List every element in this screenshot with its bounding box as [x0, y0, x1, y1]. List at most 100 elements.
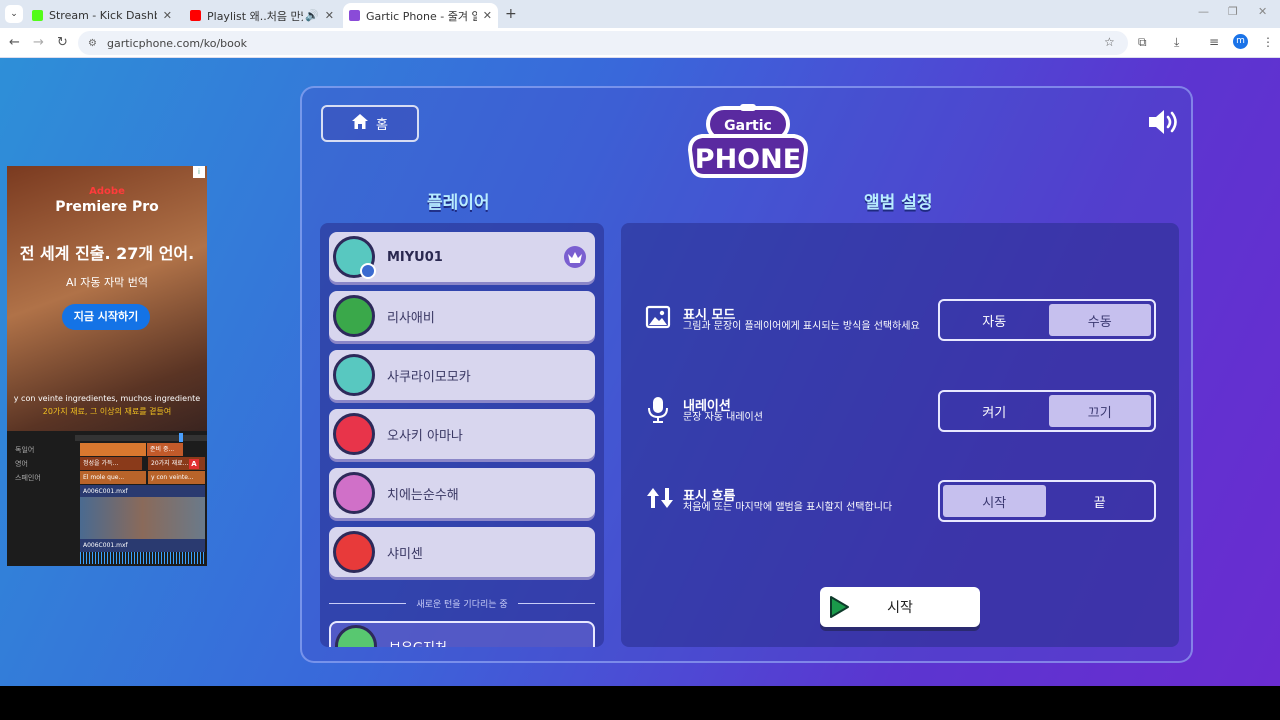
gartic-phone-logo: Gartic PHONE	[686, 104, 810, 180]
media-queue-icon[interactable]: ≡	[1209, 35, 1219, 49]
kick-favicon-icon	[32, 10, 43, 21]
ad-subline: AI 자동 자막 번역	[66, 276, 148, 289]
close-window-icon[interactable]: ✕	[1258, 5, 1267, 18]
player-row[interactable]: 리사애비	[329, 291, 595, 341]
site-info-icon[interactable]: ⚙	[88, 38, 97, 49]
players-list[interactable]: MIYU01 리사애비 사쿠라이모모카 오사키 아마나 치에는순수해 샤미센 새…	[320, 223, 604, 647]
home-icon	[352, 114, 369, 133]
close-tab-icon[interactable]: ✕	[163, 9, 172, 22]
settings-title: 앨범 설정	[864, 193, 933, 213]
player-name: 리사애비	[387, 310, 435, 326]
crown-icon	[564, 246, 586, 268]
option-auto[interactable]: 자동	[943, 304, 1046, 336]
tab-search-button[interactable]: ⌄	[5, 5, 23, 23]
player-name: MIYU01	[387, 249, 443, 265]
tab-youtube[interactable]: Playlist 왜..처음 만났을때 🔊 ✕	[184, 3, 340, 28]
players-title: 플레이어	[427, 193, 490, 213]
setting-desc: 처음에 또는 마지막에 앨범을 표시할지 선택합니다	[683, 502, 893, 513]
gartic-favicon-icon	[349, 10, 360, 21]
maximize-icon[interactable]: ❐	[1228, 5, 1238, 18]
ad-timeline: 독일어 영어 스페인어 준비 중... 정성을 가득... 20가지 재료...…	[7, 431, 207, 566]
home-label: 홈	[376, 118, 388, 133]
ad-clip: A006C001.mxf	[80, 539, 205, 552]
ad-track-3: 스페인어	[15, 474, 41, 482]
profile-avatar[interactable]: m	[1233, 34, 1248, 49]
game-panel: 홈 Gartic PHONE 플레이어 앨범 설정 MIYU01 리사애비 사쿠…	[300, 86, 1193, 663]
menu-dots-icon[interactable]: ⋮	[1262, 35, 1274, 49]
new-tab-plus-icon[interactable]: +	[505, 6, 517, 22]
option-manual[interactable]: 수동	[1048, 304, 1151, 336]
extensions-puzzle-icon[interactable]: ⧉	[1138, 35, 1147, 50]
ad-brand-top: Adobe	[89, 186, 125, 197]
bookmark-star-icon[interactable]: ☆	[1104, 35, 1115, 49]
ad-track-2: 영어	[15, 460, 28, 468]
player-name: 치에는순수해	[387, 487, 459, 503]
close-tab-icon[interactable]: ✕	[325, 9, 334, 22]
host-user-icon	[360, 263, 376, 279]
ad-clip: 준비 중...	[147, 443, 183, 456]
ad-clip: El mole que...	[80, 471, 146, 484]
back-arrow-icon[interactable]: ←	[9, 35, 20, 50]
player-row[interactable]: 사쿠라이모모카	[329, 350, 595, 400]
youtube-favicon-icon	[190, 10, 201, 21]
player-row[interactable]: 샤미센	[329, 527, 595, 577]
narration-toggle[interactable]: 켜기 끄기	[938, 390, 1156, 432]
tab-gartic[interactable]: Gartic Phone - 줄겨 알하기 ✕	[343, 3, 498, 28]
option-start[interactable]: 시작	[943, 485, 1046, 517]
start-button[interactable]: 시작	[820, 587, 980, 627]
start-label: 시작	[887, 600, 913, 616]
sort-arrows-icon	[645, 486, 675, 516]
audio-playing-icon[interactable]: 🔊	[305, 9, 319, 22]
option-end[interactable]: 끝	[1049, 485, 1152, 517]
download-icon[interactable]: ⤓	[1174, 35, 1179, 50]
player-avatar	[333, 295, 375, 337]
ad-clip: 정성을 가득...	[80, 457, 142, 470]
gartic-page: i Adobe Premiere Pro 전 세계 진출. 27개 언어. AI…	[0, 58, 1280, 686]
player-name: 샤미센	[387, 546, 423, 562]
waiting-player-row[interactable]: 보우G지처	[329, 621, 595, 647]
player-row[interactable]: MIYU01	[329, 232, 595, 282]
tab-kick[interactable]: Stream - Kick Dashboard ✕	[26, 3, 178, 28]
ad-caption-es: y con veinte ingredientes, muchos ingred…	[13, 394, 201, 403]
browser-tab-bar: ⌄ Stream - Kick Dashboard ✕ Playlist 왜..…	[0, 0, 1280, 28]
waiting-divider: 새로운 턴을 기다리는 중	[329, 596, 596, 610]
ad-info-icon[interactable]: i	[193, 166, 205, 178]
logo-bottom-text: PHONE	[695, 144, 801, 175]
player-row[interactable]: 오사키 아마나	[329, 409, 595, 459]
player-avatar	[333, 354, 375, 396]
player-avatar	[333, 413, 375, 455]
ad-track-1: 독일어	[15, 446, 35, 454]
option-off[interactable]: 끄기	[1048, 395, 1151, 427]
forward-arrow-icon[interactable]: →	[33, 35, 44, 50]
minimize-icon[interactable]: —	[1198, 5, 1209, 18]
setting-desc: 문장 자동 내레이션	[683, 412, 763, 423]
album-settings-panel: 표시 모드 그림과 문장이 플레이어에게 표시되는 방식을 선택하세요 자동 수…	[621, 223, 1179, 647]
taskbar-strip	[0, 686, 1280, 720]
close-tab-icon[interactable]: ✕	[483, 9, 492, 22]
display-mode-toggle[interactable]: 자동 수동	[938, 299, 1156, 341]
advertisement-banner[interactable]: i Adobe Premiere Pro 전 세계 진출. 27개 언어. AI…	[7, 166, 207, 566]
setting-desc: 그림과 문장이 플레이어에게 표시되는 방식을 선택하세요	[683, 321, 920, 332]
player-avatar	[335, 625, 377, 647]
ad-caption-ko: 20가지 재료, 그 이상의 재료를 곁들여	[42, 407, 172, 416]
option-on[interactable]: 켜기	[943, 395, 1046, 427]
reload-icon[interactable]: ↻	[57, 35, 68, 50]
display-flow-toggle[interactable]: 시작 끝	[938, 480, 1156, 522]
sound-speaker-icon[interactable]	[1147, 107, 1181, 137]
ad-cta-button[interactable]: 지금 시작하기	[62, 304, 150, 330]
microphone-icon	[645, 396, 675, 426]
player-name: 사쿠라이모모카	[387, 369, 471, 385]
address-bar[interactable]: ⚙ garticphone.com/ko/book	[78, 31, 1128, 55]
ad-clip: y con veinte...	[148, 471, 205, 484]
logo-top-text: Gartic	[724, 118, 772, 134]
browser-toolbar: ← → ↻ ⚙ garticphone.com/ko/book ☆ ⧉ ⤓ ≡ …	[0, 28, 1280, 58]
player-avatar	[333, 236, 376, 279]
player-name: 오사키 아마나	[387, 428, 463, 444]
player-name: 보우G지처	[389, 637, 593, 648]
waiting-label: 새로운 턴을 기다리는 중	[416, 599, 508, 610]
adchoices-icon[interactable]: A	[189, 459, 199, 469]
player-row[interactable]: 치에는순수해	[329, 468, 595, 518]
home-button[interactable]: 홈	[321, 105, 419, 142]
ad-headline: 전 세계 진출. 27개 언어.	[19, 244, 195, 263]
play-icon	[830, 596, 849, 618]
